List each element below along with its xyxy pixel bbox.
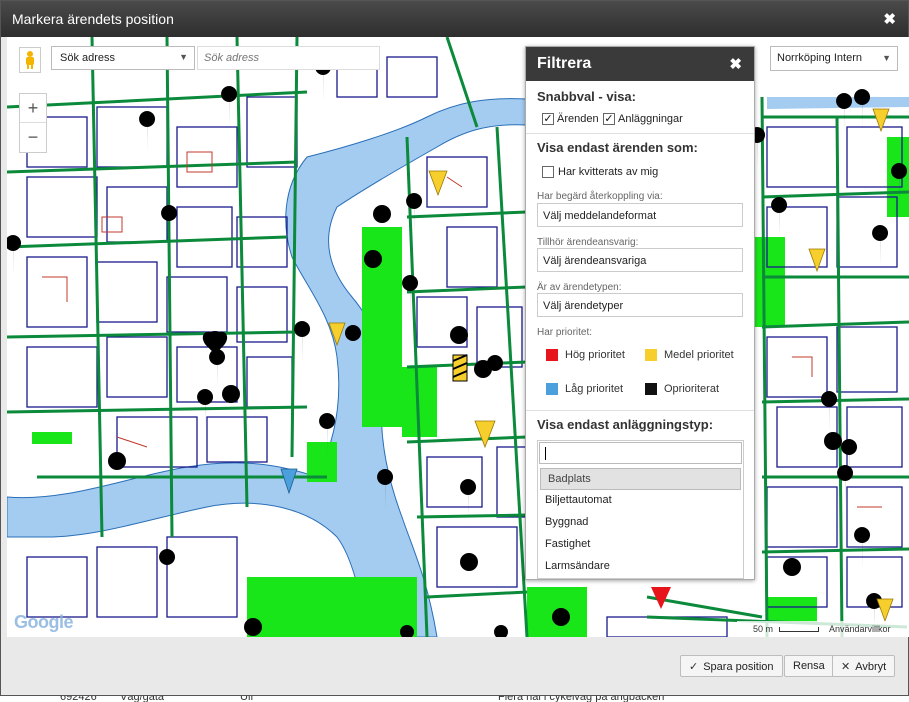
google-logo: Google [14, 612, 74, 632]
chevron-down-icon: ▼ [179, 52, 188, 62]
dialog-titlebar: Markera ärendets position ✖ [1, 1, 908, 37]
divider [526, 410, 754, 411]
owner-select[interactable]: Välj ärendeansvariga [537, 248, 743, 272]
cancel-label: Avbryt [855, 661, 887, 673]
checkbox-errands[interactable]: ✓ [542, 113, 554, 125]
facility-type-option[interactable]: Byggnad [538, 512, 743, 534]
checkmark-icon: ✓ [689, 661, 699, 673]
save-position-button[interactable]: ✓ Spara position [680, 655, 783, 677]
priority-none-swatch[interactable] [645, 383, 657, 395]
clear-button[interactable]: Rensa [784, 655, 834, 677]
address-search-input[interactable] [197, 46, 380, 70]
map-tiles [7, 37, 909, 637]
divider [526, 133, 754, 134]
zoom-in-button[interactable]: + [20, 94, 46, 123]
priority-low-label: Låg prioritet [565, 383, 624, 395]
streetview-pegman-icon[interactable] [19, 47, 41, 73]
map-layer-select[interactable]: Norrköping Intern ▼ [770, 46, 898, 71]
scale-ruler [779, 627, 819, 632]
facility-type-option[interactable]: Fastighet [538, 534, 743, 556]
text-caret [545, 447, 546, 460]
checkbox-errands-label: Ärenden [557, 113, 599, 125]
facility-type-search-input[interactable] [539, 442, 742, 464]
priority-medium-label: Medel prioritet [664, 349, 734, 361]
priority-label: Har prioritet: [537, 327, 593, 338]
only-errands-title: Visa endast ärenden som: [537, 140, 698, 155]
save-position-label: Spara position [703, 661, 774, 673]
quick-select-title: Snabbval - visa: [537, 89, 636, 104]
address-type-select[interactable]: Sök adress ▼ [51, 46, 195, 70]
feedback-label: Har begärd återkoppling via: [537, 191, 663, 202]
filter-title: Filtrera [537, 55, 592, 72]
map-canvas[interactable]: Sök adress ▼ + − Norrköping Intern ▼ Goo… [7, 37, 909, 637]
close-icon[interactable]: ✖ [883, 10, 896, 28]
facility-type-option[interactable]: Badplats [540, 468, 741, 490]
terms-link[interactable]: Användarvillkor [829, 624, 891, 634]
feedback-select[interactable]: Välj meddelandeformat [537, 203, 743, 227]
facility-type-list: Badplats Biljettautomat Byggnad Fastighe… [538, 468, 743, 578]
chevron-down-icon: ▼ [882, 53, 891, 63]
priority-low-swatch[interactable] [546, 383, 558, 395]
checkbox-acknowledged-label: Har kvitterats av mig [558, 166, 659, 178]
address-type-value: Sök adress [60, 52, 116, 64]
filter-header: Filtrera ✖ [526, 47, 754, 81]
priority-high-label: Hög prioritet [565, 349, 625, 361]
zoom-out-button[interactable]: − [20, 123, 46, 152]
priority-high-swatch[interactable] [546, 349, 558, 361]
scale-bar: 50 m Användarvillkor [737, 621, 909, 637]
priority-none-label: Oprioriterat [664, 383, 720, 395]
scale-label: 50 m [753, 624, 774, 634]
zoom-control: + − [19, 93, 47, 153]
close-icon[interactable]: ✖ [729, 55, 742, 73]
priority-medium-swatch[interactable] [645, 349, 657, 361]
cancel-button[interactable]: ✕ Avbryt [832, 655, 896, 677]
checkbox-facilities-label: Anläggningar [618, 113, 683, 125]
close-icon: ✕ [841, 661, 851, 673]
map-layer-value: Norrköping Intern [777, 52, 862, 64]
facility-type-title: Visa endast anläggningstyp: [537, 417, 714, 432]
checkbox-facilities[interactable]: ✓ [603, 113, 615, 125]
checkbox-acknowledged[interactable] [542, 166, 554, 178]
filter-panel: Filtrera ✖ Snabbval - visa: ✓ Ärenden ✓ … [525, 46, 755, 580]
facility-type-option[interactable]: Larmsändare [538, 556, 743, 578]
facility-type-option[interactable]: Biljettautomat [538, 490, 743, 512]
dialog-title: Markera ärendets position [12, 11, 174, 27]
clear-label: Rensa [793, 660, 825, 672]
facility-type-combobox[interactable]: Badplats Biljettautomat Byggnad Fastighe… [537, 440, 744, 579]
position-dialog: Markera ärendets position ✖ Sök adress ▼… [0, 0, 909, 696]
errand-type-select[interactable]: Välj ärendetyper [537, 293, 743, 317]
owner-label: Tillhör ärendeansvarig: [537, 237, 639, 248]
errand-type-label: Är av ärendetypen: [537, 282, 622, 293]
